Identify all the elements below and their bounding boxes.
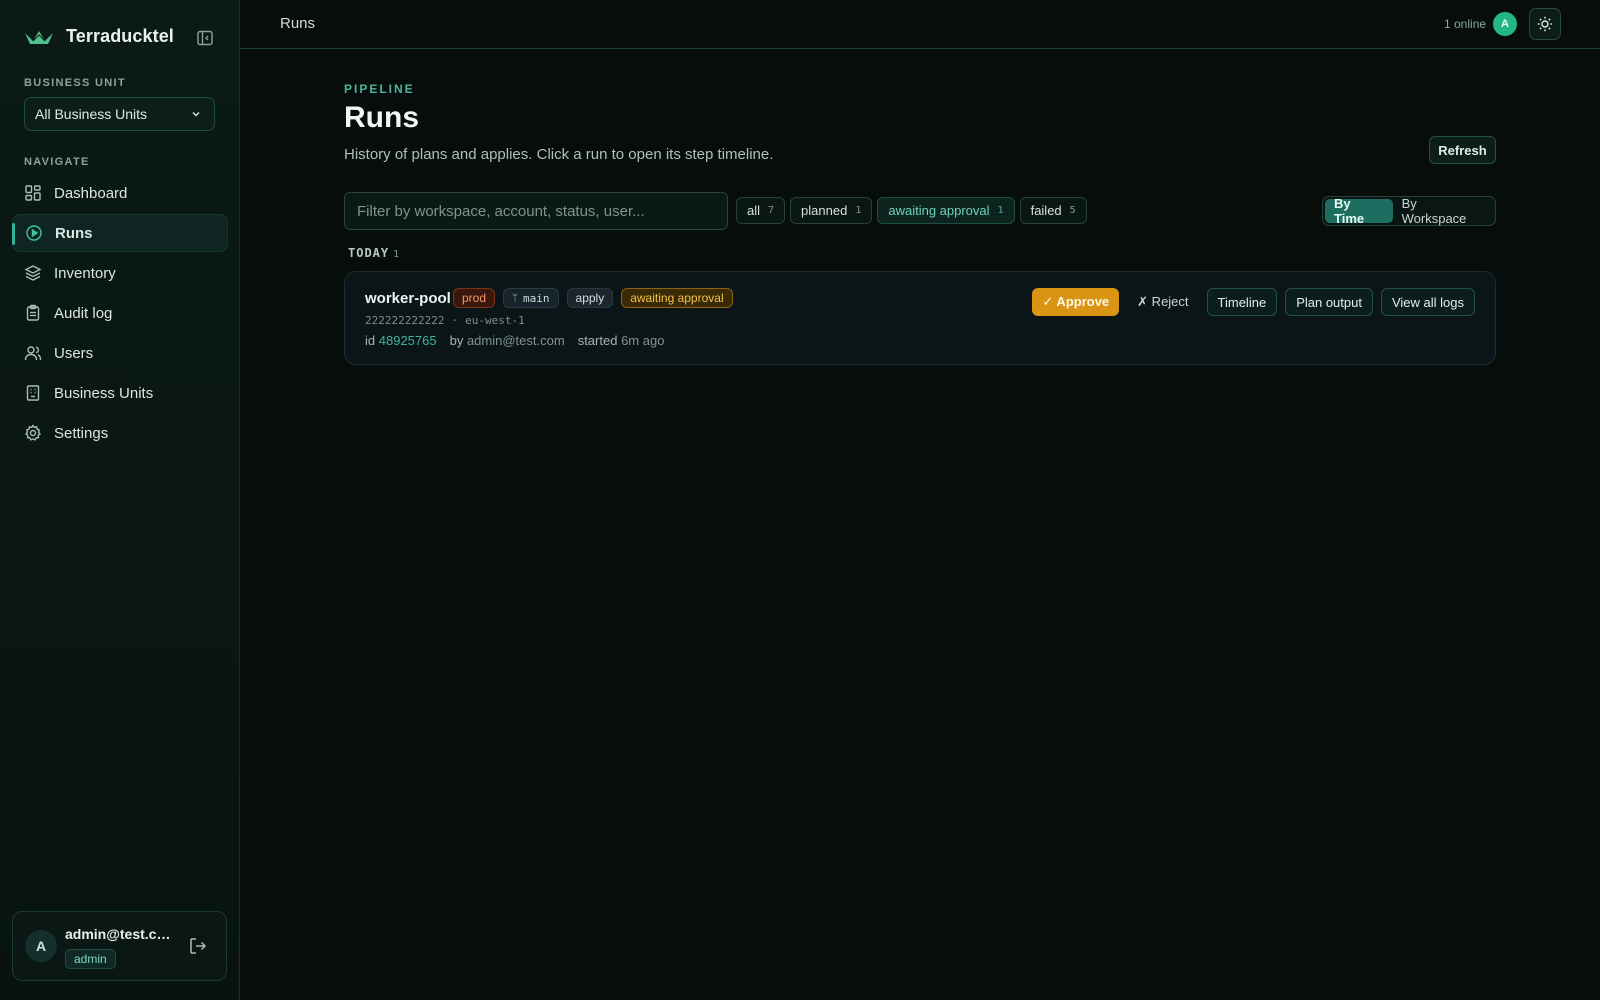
sidebar-item-business-units[interactable]: Business Units: [12, 374, 228, 412]
run-started: 6m ago: [621, 333, 665, 348]
sidebar-item-label: Dashboard: [54, 184, 128, 202]
run-card[interactable]: worker-pool prod ᛘ main apply awaiting a…: [344, 271, 1496, 365]
chip-count: 5: [1069, 205, 1076, 216]
dashboard-icon: [25, 185, 41, 201]
refresh-button[interactable]: Refresh: [1429, 136, 1496, 164]
business-unit-value: All Business Units: [35, 106, 148, 122]
filter-chip-all[interactable]: all 7: [736, 197, 786, 224]
filter-input[interactable]: [344, 192, 728, 230]
business-unit-select[interactable]: All Business Units: [24, 97, 215, 131]
branch-name: main: [523, 291, 550, 305]
user-card: A admin@test.com admin: [12, 911, 227, 981]
environment-badge: prod: [453, 288, 496, 308]
page-subtitle: History of plans and applies. Click a ru…: [344, 146, 774, 163]
git-branch-icon: ᛘ: [512, 292, 519, 304]
run-by-label: by: [449, 333, 464, 348]
sidebar-item-dashboard[interactable]: Dashboard: [12, 174, 228, 212]
avatar: A: [25, 930, 57, 962]
sidebar-nav: Dashboard Runs Inventory Audit log Users…: [12, 174, 228, 454]
chip-label: planned: [801, 203, 848, 218]
chip-count: 1: [997, 205, 1004, 216]
sidebar-item-label: Runs: [55, 224, 93, 242]
run-badges: prod ᛘ main apply awaiting approval: [453, 288, 741, 308]
building-icon: [26, 385, 40, 401]
duck-logo-icon: [25, 30, 53, 44]
run-actions: ✓ Approve ✗ Reject Timeline Plan output …: [1024, 288, 1475, 316]
navigate-label: NAVIGATE: [24, 156, 90, 168]
layers-icon: [24, 265, 42, 281]
chip-label: all: [747, 203, 761, 218]
filter-chip-awaiting-approval[interactable]: awaiting approval 1: [877, 197, 1015, 224]
chip-count: 7: [768, 205, 775, 216]
group-count: 1: [393, 249, 401, 260]
sidebar-item-inventory[interactable]: Inventory: [12, 254, 228, 292]
users-icon: [24, 346, 42, 361]
region: eu-west-1: [465, 314, 525, 327]
logout-icon[interactable]: [188, 936, 208, 956]
reject-button[interactable]: ✗ Reject: [1127, 288, 1198, 316]
group-label: TODAY: [348, 246, 390, 260]
page-eyebrow: PIPELINE: [344, 82, 415, 96]
run-user-segment: by admin@test.com: [450, 333, 565, 348]
chip-label: failed: [1030, 203, 1062, 218]
sidebar-item-settings[interactable]: Settings: [12, 414, 228, 452]
toggle-by-workspace[interactable]: By Workspace: [1393, 196, 1493, 226]
sidebar-item-label: Users: [54, 344, 94, 362]
workspace-name: worker-pool: [365, 290, 451, 307]
sidebar-item-label: Inventory: [54, 264, 116, 282]
account-region: 222222222222 · eu-west-1: [365, 314, 525, 327]
gear-icon: [24, 424, 42, 441]
chip-count: 1: [855, 205, 862, 216]
run-user: admin@test.com: [466, 333, 565, 348]
branch-badge: ᛘ main: [503, 288, 559, 308]
sidebar-item-audit-log[interactable]: Audit log: [12, 294, 228, 332]
business-unit-label: BUSINESS UNIT: [24, 77, 126, 89]
run-id[interactable]: 48925765: [379, 333, 437, 348]
topbar: Runs 1 online A: [240, 0, 1600, 49]
collapse-sidebar-icon[interactable]: [196, 29, 214, 47]
sidebar-item-label: Audit log: [54, 304, 113, 322]
chip-label: awaiting approval: [888, 203, 990, 218]
breadcrumb: Runs: [280, 15, 316, 32]
separator-dot: ·: [451, 314, 459, 327]
user-email: admin@test.com: [65, 926, 177, 942]
sidebar-item-users[interactable]: Users: [12, 334, 228, 372]
group-header: TODAY 1: [348, 246, 400, 260]
sidebar-item-runs[interactable]: Runs: [12, 214, 228, 252]
sun-icon: [1537, 16, 1553, 32]
theme-toggle-button[interactable]: [1529, 8, 1561, 40]
play-circle-icon: [26, 225, 42, 241]
status-badge: awaiting approval: [621, 288, 733, 308]
sidebar: Terraducktel BUSINESS UNIT All Business …: [0, 0, 240, 1000]
clipboard-icon: [26, 304, 40, 321]
avatar[interactable]: A: [1493, 12, 1517, 36]
run-id-segment: id 48925765: [365, 333, 437, 348]
chevron-down-icon: [192, 111, 200, 117]
page-title: Runs: [344, 101, 419, 134]
timeline-button[interactable]: Timeline: [1206, 288, 1278, 316]
app-name: Terraducktel: [66, 26, 174, 46]
filter-chip-planned[interactable]: planned 1: [790, 197, 873, 224]
status-filter-chips: all 7 planned 1 awaiting approval 1 fail…: [736, 197, 1092, 224]
view-all-logs-button[interactable]: View all logs: [1380, 288, 1475, 316]
online-count: 1 online: [1444, 17, 1487, 31]
account-id: 222222222222: [365, 314, 445, 327]
run-info: id 48925765 by admin@test.com started 6m…: [365, 333, 677, 348]
run-id-label: id: [365, 333, 376, 348]
run-started-label: started: [577, 333, 618, 348]
operation-badge: apply: [566, 288, 614, 308]
plan-output-button[interactable]: Plan output: [1285, 288, 1373, 316]
sidebar-item-label: Business Units: [54, 384, 154, 402]
toggle-by-time[interactable]: By Time: [1325, 196, 1393, 226]
approve-button[interactable]: ✓ Approve: [1032, 288, 1120, 316]
filter-chip-failed[interactable]: failed 5: [1019, 197, 1087, 224]
view-toggle: By Time By Workspace: [1322, 196, 1496, 226]
brand[interactable]: Terraducktel: [24, 26, 174, 47]
sidebar-item-label: Settings: [54, 424, 109, 442]
run-started-segment: started 6m ago: [578, 333, 665, 348]
role-badge: admin: [65, 949, 116, 969]
